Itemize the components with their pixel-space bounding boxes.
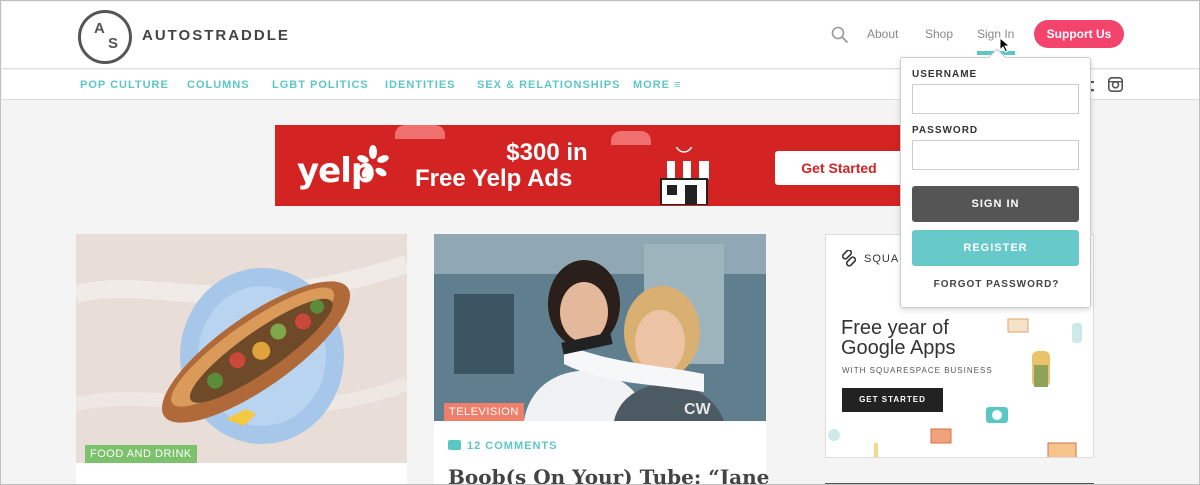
- article-title[interactable]: Boob(s On Your) Tube: “Jane: [448, 465, 769, 484]
- nav-about-link[interactable]: About: [867, 27, 898, 41]
- category-lgbt-politics[interactable]: LGBT POLITICS: [272, 79, 369, 91]
- cw-watermark: CW: [684, 401, 712, 418]
- forgot-password-link[interactable]: FORGOT PASSWORD?: [901, 279, 1092, 290]
- support-us-button[interactable]: Support Us: [1034, 20, 1124, 48]
- mouse-cursor-icon: [999, 37, 1011, 53]
- category-tag-television[interactable]: TELEVISION: [444, 403, 524, 421]
- banner-cloud: [395, 125, 445, 139]
- banner-headline-line1: $300 in: [506, 139, 588, 166]
- storefront-icon: [659, 147, 709, 205]
- banner-headline-line2: Free Yelp Ads: [415, 165, 573, 192]
- register-button[interactable]: REGISTER: [912, 230, 1079, 266]
- banner-get-started-button[interactable]: Get Started: [775, 151, 902, 185]
- site-logo[interactable]: A S: [78, 10, 132, 64]
- signin-dropdown: USERNAME PASSWORD SIGN IN REGISTER FORGO…: [900, 48, 1092, 308]
- password-label: PASSWORD: [912, 125, 979, 136]
- category-tag-food-and-drink[interactable]: FOOD AND DRINK: [85, 445, 197, 463]
- comments-count: 12 COMMENTS: [467, 440, 558, 452]
- username-field[interactable]: [912, 84, 1079, 114]
- food-article-body: [76, 463, 407, 484]
- browser-viewport: A S AUTOSTRADDLE About Shop Sign In Supp…: [0, 0, 1200, 485]
- yelp-burst-icon: [357, 145, 389, 178]
- password-field[interactable]: [912, 140, 1079, 170]
- category-sex-relationships[interactable]: SEX & RELATIONSHIPS: [477, 79, 620, 91]
- comment-bubble-icon: [448, 440, 461, 450]
- nav-shop-link[interactable]: Shop: [925, 27, 953, 41]
- logo-monogram-s: S: [108, 35, 119, 52]
- signin-button[interactable]: SIGN IN: [912, 186, 1079, 222]
- category-columns[interactable]: COLUMNS: [187, 79, 250, 91]
- tv-still-photo: CW: [434, 234, 766, 421]
- comments-link[interactable]: 12 COMMENTS: [448, 440, 557, 452]
- yelp-banner-ad[interactable]: yelp $300 in Free Yelp Ads Get Started: [275, 125, 902, 206]
- sandwich-photo: [76, 234, 407, 463]
- category-more-menu[interactable]: MORE ≡: [633, 79, 681, 91]
- logo-monogram-a: A: [94, 20, 105, 37]
- television-article-image[interactable]: CW: [434, 234, 766, 421]
- food-article-image[interactable]: [76, 234, 407, 463]
- category-pop-culture[interactable]: POP CULTURE: [80, 79, 169, 91]
- search-icon[interactable]: [831, 26, 849, 44]
- logo-wordmark[interactable]: AUTOSTRADDLE: [142, 27, 290, 44]
- category-identities[interactable]: IDENTITIES: [385, 79, 456, 91]
- instagram-icon[interactable]: [1108, 77, 1123, 92]
- username-label: USERNAME: [912, 69, 978, 80]
